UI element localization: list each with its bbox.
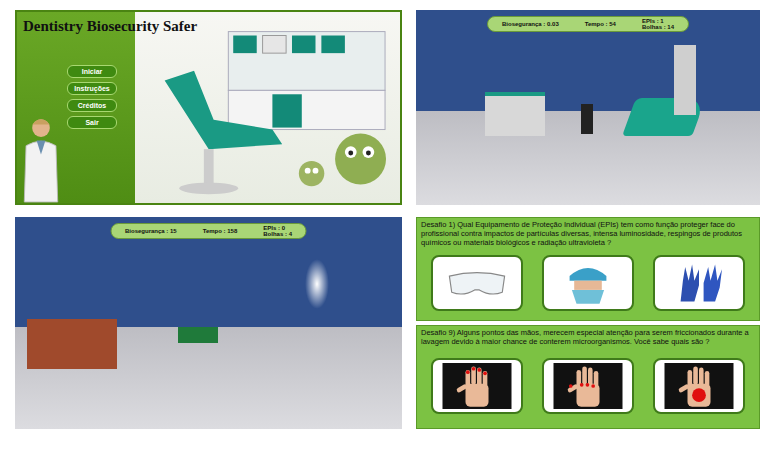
hand-icon <box>548 363 628 409</box>
time-counter: Tempo : 54 <box>585 21 616 27</box>
counters: EPIs : 1 Bolhas : 14 <box>642 18 674 30</box>
menu-button[interactable]: Iniciar <box>67 65 117 78</box>
answer-option[interactable] <box>431 358 523 414</box>
bubbles <box>305 259 329 309</box>
cabinet <box>485 92 545 136</box>
options <box>421 346 755 426</box>
hand-icon <box>659 363 739 409</box>
answer-option[interactable] <box>653 358 745 414</box>
question-text: Desafio 1) Qual Equipamento de Proteção … <box>421 220 755 247</box>
sofa <box>178 327 218 343</box>
game-scene[interactable]: Biosegurança : 0.03 Tempo : 54 EPIs : 1 … <box>416 10 760 205</box>
surgical-mask-icon <box>548 260 628 306</box>
gloves-icon <box>659 260 739 306</box>
biosecurity-score: Biosegurança : 15 <box>125 228 177 234</box>
biosecurity-score: Biosegurança : 0.03 <box>502 21 559 27</box>
goggles-icon <box>437 260 517 306</box>
stool <box>581 104 593 134</box>
time-counter: Tempo : 158 <box>203 228 238 234</box>
options <box>421 247 755 318</box>
lamp <box>674 45 696 115</box>
epi-counter: EPIs : 1 <box>642 18 674 24</box>
clinic-render <box>135 12 400 203</box>
reception-desk <box>27 319 117 369</box>
dental-chair-icon <box>135 12 400 203</box>
hand-icon <box>437 363 517 409</box>
challenge: Desafio 9) Alguns pontos das mãos, merec… <box>416 325 760 429</box>
game-scene[interactable]: Biosegurança : 15 Tempo : 158 EPIs : 0 B… <box>15 217 402 429</box>
menu-button[interactable]: Sair <box>67 116 117 129</box>
screenshot-collage: Dentistry Biosecurity Safer Iniciar Instr… <box>0 0 771 452</box>
challenge: Desafio 1) Qual Equipamento de Proteção … <box>416 217 760 321</box>
dentist-icon <box>19 113 63 203</box>
hud-bar: Biosegurança : 15 Tempo : 158 EPIs : 0 B… <box>110 223 307 239</box>
answer-option[interactable] <box>653 255 745 311</box>
answer-option[interactable] <box>542 255 634 311</box>
epi-counter: EPIs : 0 <box>263 225 292 231</box>
answer-option[interactable] <box>431 255 523 311</box>
menu-button[interactable]: Créditos <box>67 99 117 112</box>
question-text: Desafio 9) Alguns pontos das mãos, merec… <box>421 328 755 346</box>
title-side: Dentistry Biosecurity Safer IniciarInstr… <box>17 12 135 203</box>
title-screen: Dentistry Biosecurity Safer Iniciar Instr… <box>15 10 402 205</box>
hud-bar: Biosegurança : 0.03 Tempo : 54 EPIs : 1 … <box>487 16 689 32</box>
counters: EPIs : 0 Bolhas : 4 <box>263 225 292 237</box>
bubble-counter: Bolhas : 14 <box>642 24 674 30</box>
game-title: Dentistry Biosecurity Safer <box>23 18 283 35</box>
menu-button[interactable]: Instruções <box>67 82 117 95</box>
main-menu: Iniciar Instruções Créditos Sair <box>67 65 117 129</box>
quiz-panel: Desafio 1) Qual Equipamento de Proteção … <box>416 217 760 429</box>
bubble-counter: Bolhas : 4 <box>263 231 292 237</box>
answer-option[interactable] <box>542 358 634 414</box>
